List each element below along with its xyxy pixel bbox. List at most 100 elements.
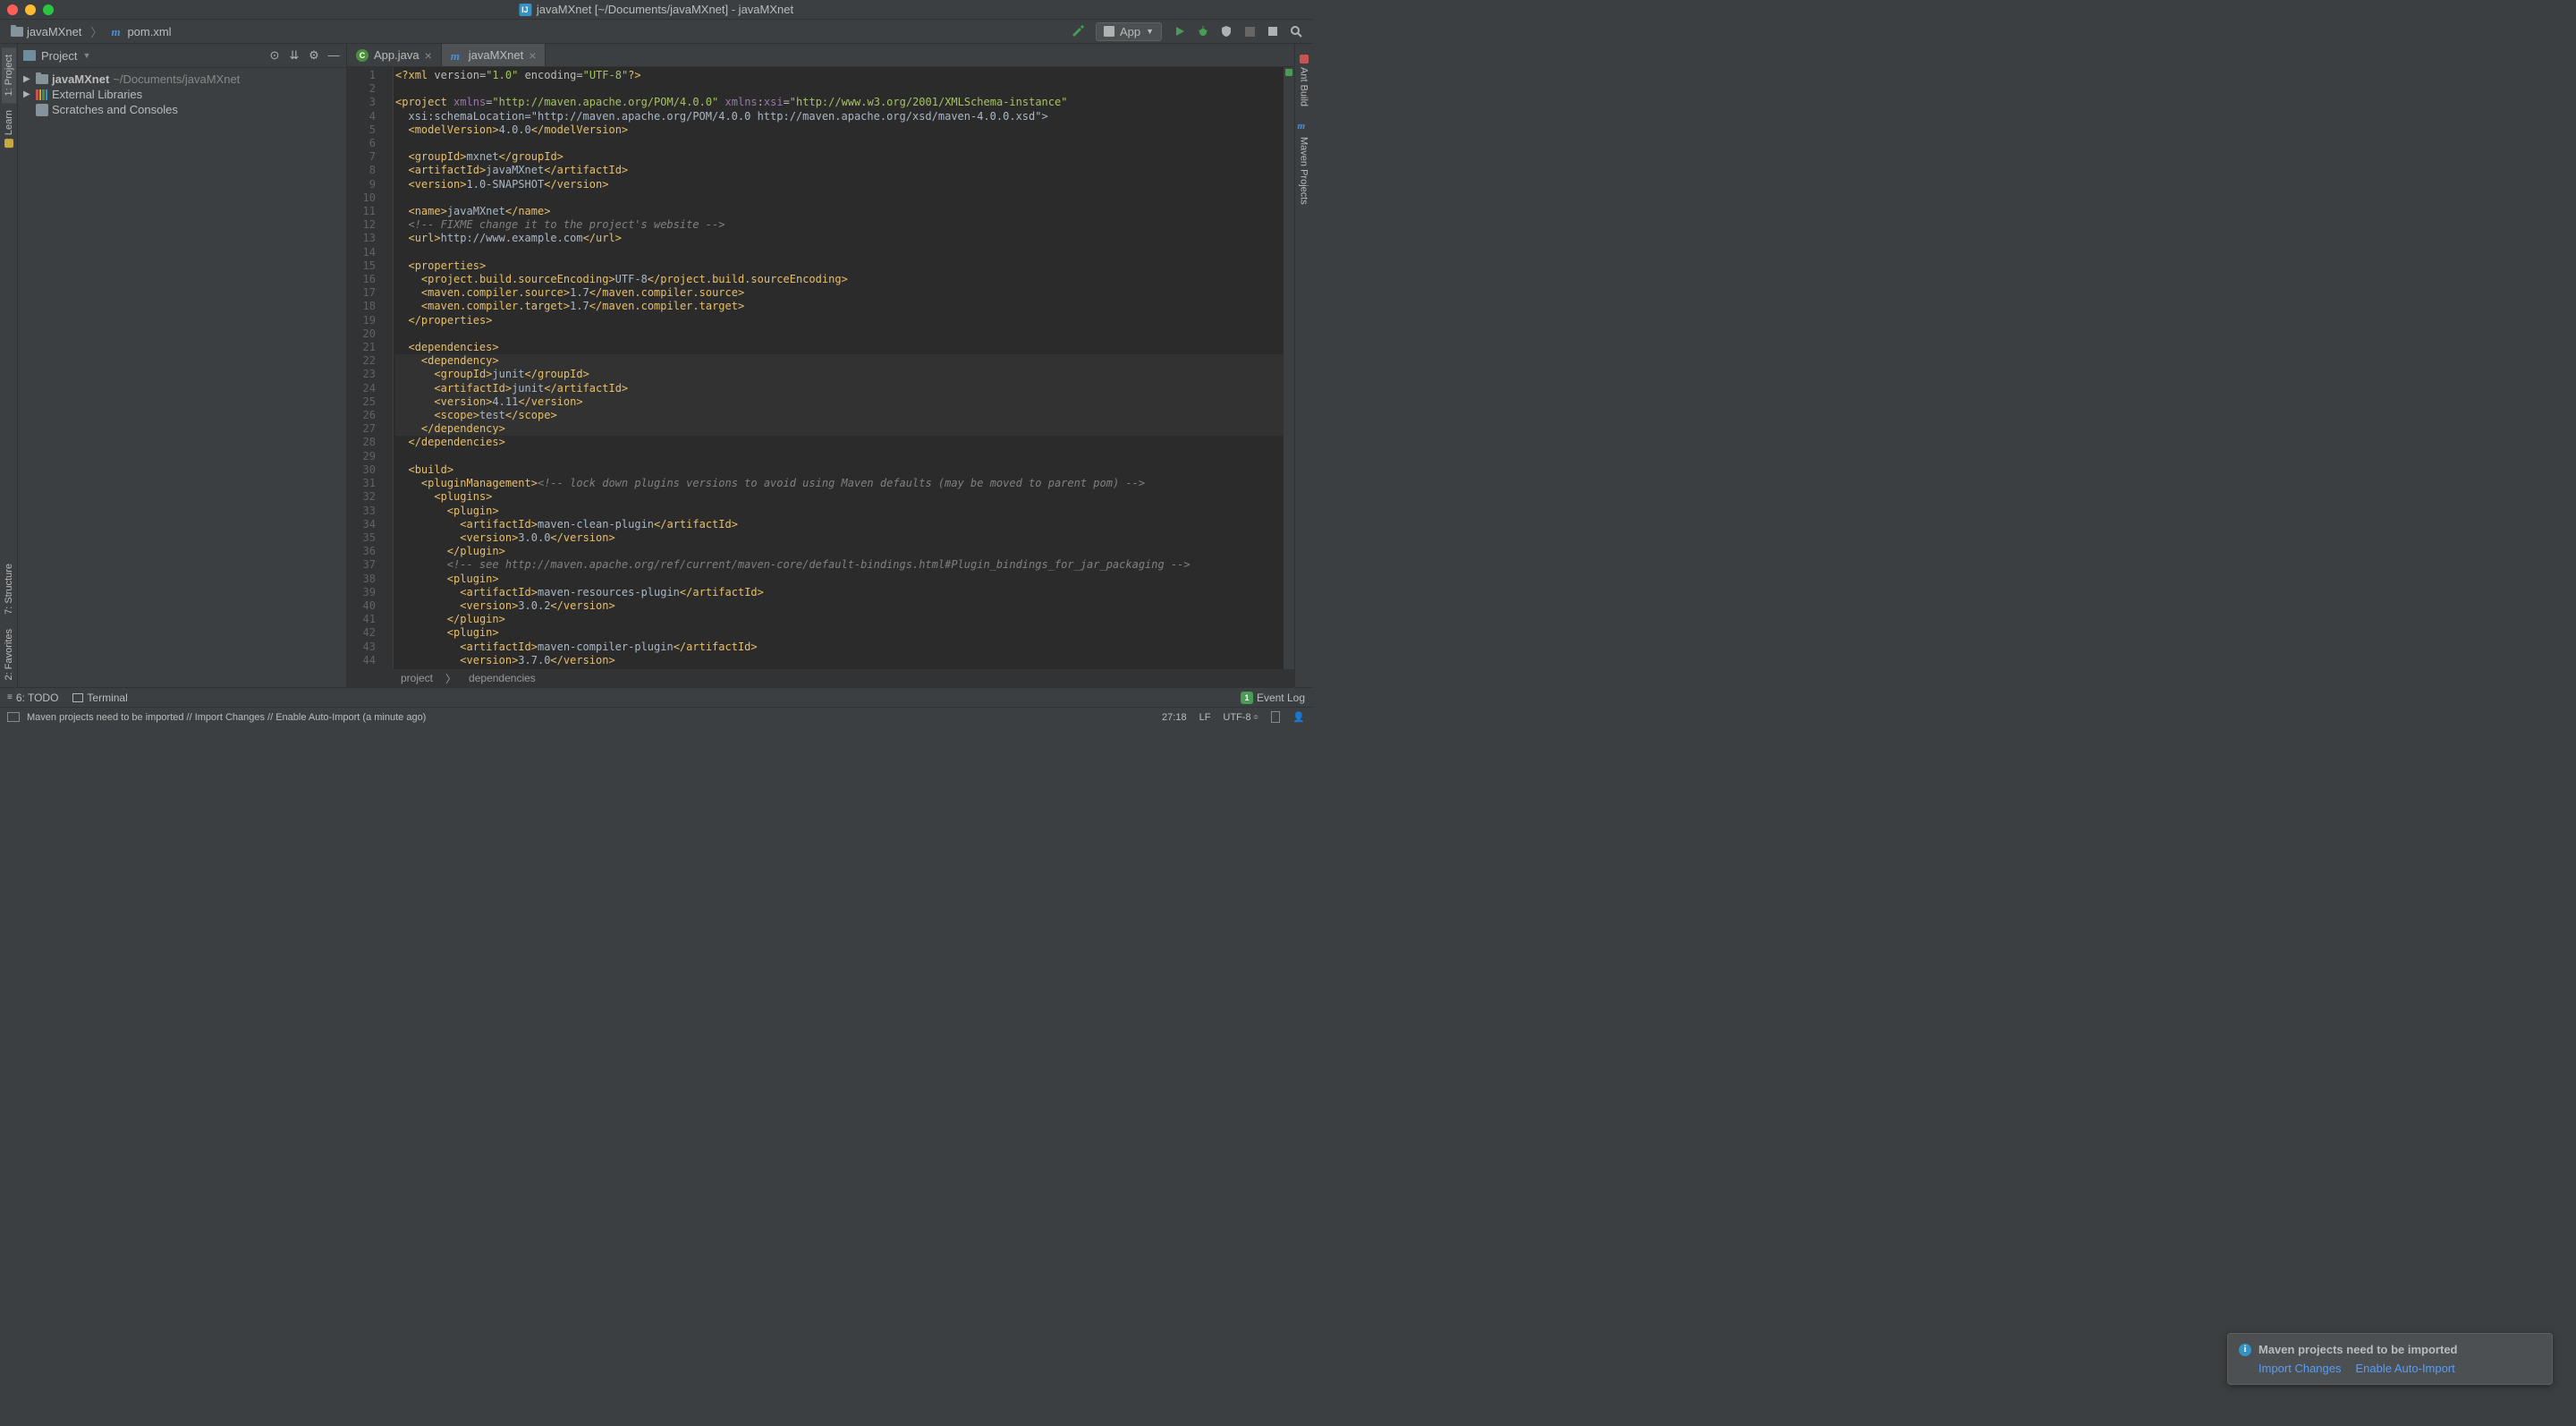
import-changes-link[interactable]: Import Changes xyxy=(2258,1362,2342,1375)
toolbar: App ▼ xyxy=(1067,21,1307,41)
expand-arrow-icon[interactable]: ▶ xyxy=(23,74,32,84)
code-editor[interactable]: <?xml version="1.0" encoding="UTF-8"?> <… xyxy=(394,67,1284,669)
project-panel-header: Project ▼ ⊙ ⇊ ⚙ — xyxy=(18,44,346,68)
window-title-text: javaMXnet [~/Documents/javaMXnet] - java… xyxy=(537,3,793,16)
tree-root-path: ~/Documents/javaMXnet xyxy=(113,72,240,86)
learn-icon xyxy=(4,140,13,149)
tool-tab-todo[interactable]: ≡ 6: TODO xyxy=(7,692,58,704)
maven-icon: m xyxy=(1298,121,1310,133)
tab-favorites[interactable]: 2: Favorites xyxy=(2,622,16,687)
status-message[interactable]: Maven projects need to be imported // Im… xyxy=(27,712,426,723)
close-button[interactable] xyxy=(7,4,18,15)
tree-scratches-label: Scratches and Consoles xyxy=(52,103,178,116)
project-panel-title[interactable]: Project ▼ xyxy=(23,49,90,63)
chevron-down-icon: ▼ xyxy=(1146,27,1154,36)
tab-learn[interactable]: Learn xyxy=(2,103,16,155)
tab-structure[interactable]: 7: Structure xyxy=(2,556,16,622)
tab-project[interactable]: 1: Project xyxy=(2,47,16,103)
bug-icon xyxy=(1197,25,1209,38)
expand-arrow-icon[interactable]: ▶ xyxy=(23,89,32,99)
java-class-icon: C xyxy=(356,49,369,62)
notification-title-text: Maven projects need to be imported xyxy=(2258,1343,2458,1356)
tree-libs-label: External Libraries xyxy=(52,88,142,101)
run-configuration-selector[interactable]: App ▼ xyxy=(1096,22,1162,41)
tab-maven-projects[interactable]: m Maven Projects xyxy=(1296,114,1312,212)
window-controls xyxy=(0,4,54,15)
tab-ant-build[interactable]: Ant Build xyxy=(1297,47,1311,114)
maven-icon: m xyxy=(451,49,463,62)
stop-button[interactable] xyxy=(1239,21,1260,41)
editor-tabs: C App.java × m javaMXnet × xyxy=(347,44,1294,67)
tab-learn-label: Learn xyxy=(4,110,14,135)
breadcrumb-project[interactable]: javaMXnet xyxy=(5,23,87,40)
terminal-icon xyxy=(72,693,83,702)
vcs-button[interactable] xyxy=(1262,21,1284,41)
tab-maven-label: Maven Projects xyxy=(1299,137,1309,205)
breadcrumb: javaMXnet 〉 m pom.xml xyxy=(5,23,177,40)
title-bar: IJ javaMXnet [~/Documents/javaMXnet] - j… xyxy=(0,0,1312,20)
tree-root[interactable]: ▶ javaMXnet ~/Documents/javaMXnet xyxy=(18,72,346,87)
status-bar: Maven projects need to be imported // Im… xyxy=(0,707,1312,726)
scratches-icon xyxy=(36,104,48,116)
window-icon[interactable] xyxy=(7,712,20,722)
project-tree: ▶ javaMXnet ~/Documents/javaMXnet ▶ Exte… xyxy=(18,68,346,121)
info-icon: i xyxy=(2239,1344,2251,1356)
tab-favorites-label: 2: Favorites xyxy=(4,629,14,680)
tab-javamxnet[interactable]: m javaMXnet × xyxy=(442,44,547,66)
run-button[interactable] xyxy=(1169,21,1191,41)
collapse-button[interactable]: ⇊ xyxy=(287,48,301,63)
breadcrumb-file-label: pom.xml xyxy=(127,25,171,38)
project-panel: Project ▼ ⊙ ⇊ ⚙ — ▶ javaMXnet ~/Document… xyxy=(18,44,347,687)
fold-gutter[interactable] xyxy=(385,67,394,669)
settings-button[interactable]: ⚙ xyxy=(307,48,321,63)
project-panel-title-label: Project xyxy=(41,49,77,63)
right-tool-stripe: Ant Build m Maven Projects xyxy=(1294,44,1312,687)
line-separator[interactable]: LF xyxy=(1199,712,1211,723)
lock-icon[interactable] xyxy=(1271,711,1280,723)
editor-area: C App.java × m javaMXnet × 1234567891011… xyxy=(347,44,1294,687)
encoding-selector[interactable]: UTF-8 ≑ xyxy=(1223,712,1258,723)
tool-tab-event-log[interactable]: 1 Event Log xyxy=(1241,692,1305,704)
left-tool-stripe: 1: Project Learn 7: Structure 2: Favorit… xyxy=(0,44,18,687)
close-icon[interactable]: × xyxy=(425,48,432,63)
code-breadcrumb-item[interactable]: dependencies xyxy=(469,672,536,684)
error-stripe[interactable] xyxy=(1284,67,1294,669)
locate-button[interactable]: ⊙ xyxy=(267,48,282,63)
tool-tab-terminal[interactable]: Terminal xyxy=(72,692,127,704)
line-number-gutter[interactable]: 1234567891011121314151617181920212223242… xyxy=(347,67,385,669)
debug-button[interactable] xyxy=(1192,21,1214,41)
minimize-button[interactable] xyxy=(25,4,36,15)
event-log-label: Event Log xyxy=(1257,692,1305,704)
chevron-down-icon: ▼ xyxy=(82,51,90,60)
tree-external-libraries[interactable]: ▶ External Libraries xyxy=(18,87,346,102)
analysis-ok-icon xyxy=(1285,69,1292,76)
search-button[interactable] xyxy=(1285,21,1307,41)
tree-scratches[interactable]: Scratches and Consoles xyxy=(18,102,346,117)
maximize-button[interactable] xyxy=(43,4,54,15)
tab-project-label: 1: Project xyxy=(4,55,14,96)
libraries-icon xyxy=(36,89,48,100)
breadcrumb-project-label: javaMXnet xyxy=(27,25,81,38)
event-count-badge: 1 xyxy=(1241,692,1253,704)
breadcrumb-file[interactable]: m pom.xml xyxy=(106,23,176,40)
window-title: IJ javaMXnet [~/Documents/javaMXnet] - j… xyxy=(519,3,793,16)
tab-ant-label: Ant Build xyxy=(1299,67,1309,106)
enable-auto-import-link[interactable]: Enable Auto-Import xyxy=(2356,1362,2455,1375)
hide-button[interactable]: — xyxy=(326,48,341,63)
play-icon xyxy=(1174,26,1185,37)
close-icon[interactable]: × xyxy=(529,48,536,63)
navigation-bar: javaMXnet 〉 m pom.xml App ▼ xyxy=(0,20,1312,44)
cursor-position[interactable]: 27:18 xyxy=(1162,712,1187,723)
terminal-label: Terminal xyxy=(87,692,127,704)
app-icon: IJ xyxy=(519,4,531,16)
tab-label: javaMXnet xyxy=(469,48,523,62)
stop-icon xyxy=(1245,27,1255,37)
coverage-button[interactable] xyxy=(1216,21,1237,41)
hector-icon[interactable]: 👤 xyxy=(1292,711,1305,723)
code-breadcrumb-item[interactable]: project xyxy=(401,672,433,684)
tab-app-java[interactable]: C App.java × xyxy=(347,44,442,66)
vcs-icon xyxy=(1267,25,1279,38)
build-button[interactable] xyxy=(1067,21,1089,41)
bottom-tool-stripe: ≡ 6: TODO Terminal 1 Event Log xyxy=(0,687,1312,707)
config-icon xyxy=(1104,26,1114,37)
